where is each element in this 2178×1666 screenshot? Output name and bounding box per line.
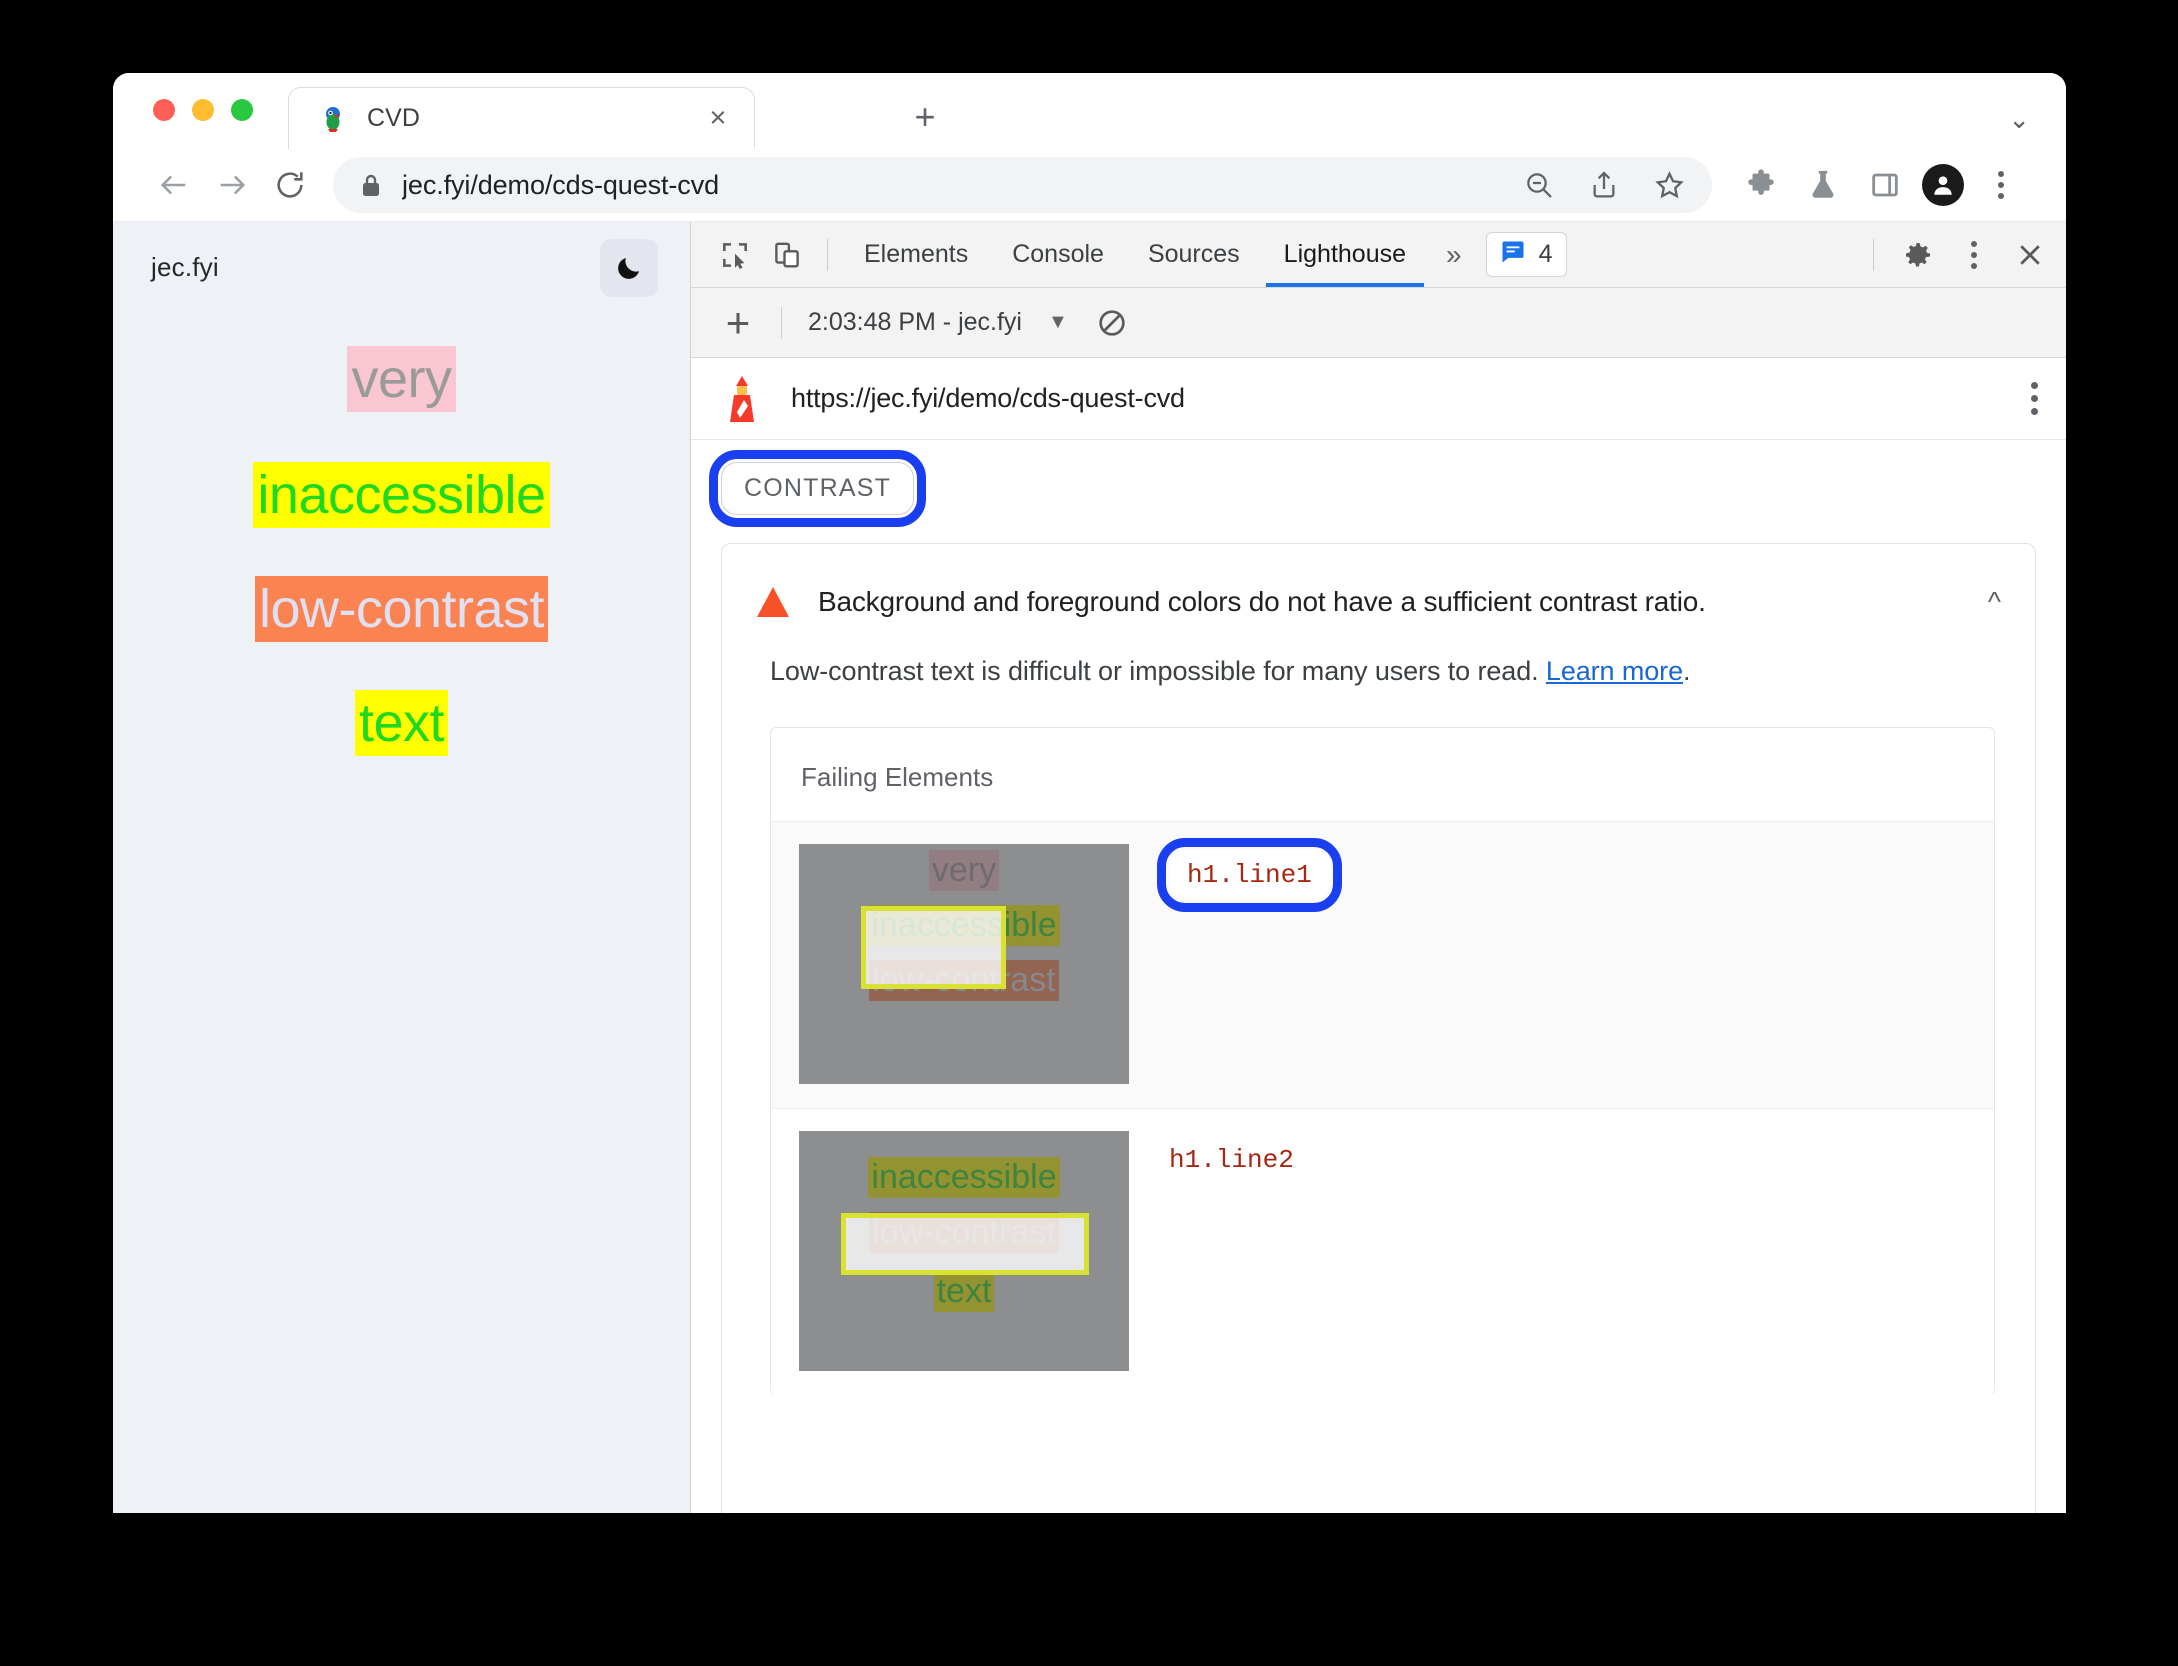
labs-flask-icon[interactable]	[1792, 156, 1854, 214]
close-tab-button[interactable]: ×	[702, 103, 734, 135]
chrome-menu-icon[interactable]	[1970, 156, 2032, 214]
share-icon[interactable]	[1588, 169, 1620, 201]
page-line-text: low-contrast	[254, 576, 549, 643]
report-url: https://jec.fyi/demo/cds-quest-cvd	[791, 383, 1185, 413]
tab-label: Sources	[1147, 240, 1240, 268]
tab-console[interactable]: Console	[990, 222, 1126, 287]
new-lighthouse-report-button[interactable]: +	[709, 301, 767, 344]
lighthouse-report: https://jec.fyi/demo/cds-quest-cvd CONTR…	[691, 358, 2066, 1513]
close-window-button[interactable]	[153, 99, 175, 121]
page-viewport: jec.fyi very inaccessible low-contrast t…	[113, 222, 691, 1513]
browser-tab[interactable]: CVD ×	[288, 87, 755, 149]
back-button[interactable]	[145, 156, 203, 214]
browser-action-buttons	[1730, 156, 2032, 214]
gear-icon[interactable]	[1892, 229, 1944, 281]
devtools-tab-bar: Elements Console Sources Lighthouse » 4	[691, 222, 2066, 288]
audit-description-period: .	[1683, 656, 1691, 686]
tab-label: Elements	[864, 240, 969, 268]
lock-icon	[359, 172, 383, 198]
failing-elements-table: Failing Elements very inaccessible low-c…	[770, 727, 1995, 1395]
zoom-out-icon[interactable]	[1523, 169, 1555, 201]
learn-more-link[interactable]: Learn more	[1546, 656, 1683, 686]
tab-lighthouse[interactable]: Lighthouse	[1262, 222, 1428, 287]
devtools-menu-icon[interactable]	[1948, 229, 2000, 281]
minimize-window-button[interactable]	[192, 99, 214, 121]
filter-chip-row: CONTRAST	[691, 440, 2066, 531]
page-line-text: text	[354, 690, 449, 757]
audit-description-text: Low-contrast text is difficult or imposs…	[770, 656, 1539, 686]
audit-title: Background and foreground colors do not …	[818, 586, 1706, 617]
tab-label: Lighthouse	[1283, 240, 1406, 268]
close-icon[interactable]	[2004, 229, 2056, 281]
message-count: 4	[1538, 240, 1553, 268]
selector-cell: h1.line2	[1129, 1109, 1994, 1175]
report-header: https://jec.fyi/demo/cds-quest-cvd	[691, 358, 2066, 440]
message-count-chip[interactable]: 4	[1485, 232, 1568, 277]
maximize-window-button[interactable]	[231, 99, 253, 121]
element-highlight-box	[841, 1213, 1089, 1275]
profile-avatar[interactable]	[1922, 164, 1964, 206]
audit-header[interactable]: Background and foreground colors do not …	[722, 544, 2035, 656]
divider	[827, 238, 828, 271]
tab-label: Console	[1012, 240, 1104, 268]
devtools-panel: Elements Console Sources Lighthouse » 4	[691, 222, 2066, 1513]
page-line-text: inaccessible	[253, 462, 550, 529]
report-menu-icon[interactable]	[2031, 382, 2038, 415]
dark-mode-moon-icon[interactable]	[600, 239, 658, 297]
bookmark-star-icon[interactable]	[1653, 169, 1686, 202]
reload-button[interactable]	[261, 156, 319, 214]
browser-window: CVD × + ⌄ jec.fyi/demo/cds-quest-cvd jec…	[113, 73, 2066, 1513]
page-site-name: jec.fyi	[151, 252, 219, 282]
audit-description: Low-contrast text is difficult or imposs…	[722, 656, 2035, 727]
table-row[interactable]: inaccessible low-contrast text h1.line2	[771, 1108, 1994, 1395]
tab-elements[interactable]: Elements	[842, 222, 990, 287]
extensions-puzzle-icon[interactable]	[1730, 156, 1792, 214]
filter-chip-contrast[interactable]: CONTRAST	[708, 450, 927, 527]
inspect-element-icon[interactable]	[709, 229, 761, 281]
element-screenshot-thumbnail[interactable]: inaccessible low-contrast text	[799, 1131, 1129, 1371]
address-bar-url: jec.fyi/demo/cds-quest-cvd	[402, 169, 720, 200]
more-tabs-icon[interactable]: »	[1428, 239, 1480, 271]
omnibox-actions	[1523, 169, 1694, 202]
navigation-toolbar: jec.fyi/demo/cds-quest-cvd	[113, 149, 2066, 221]
tab-strip: CVD × + ⌄	[113, 73, 2066, 149]
lighthouse-run-selector[interactable]: 2:03:48 PM - jec.fyi	[808, 308, 1022, 337]
failing-element-selector[interactable]: h1.line1	[1157, 838, 1342, 912]
page-line-4: text	[113, 690, 690, 757]
page-line-3: low-contrast	[113, 576, 690, 643]
forward-button[interactable]	[203, 156, 261, 214]
parrot-favicon	[319, 105, 347, 133]
divider	[781, 306, 782, 339]
device-toolbar-icon[interactable]	[761, 229, 813, 281]
selector-cell: h1.line1	[1129, 822, 1994, 912]
lighthouse-toolbar: + 2:03:48 PM - jec.fyi ▼	[691, 288, 2066, 358]
window-controls[interactable]	[153, 99, 253, 121]
page-line-1: very	[113, 346, 690, 413]
side-panel-icon[interactable]	[1854, 156, 1916, 214]
chevron-down-icon[interactable]: ⌄	[2008, 104, 2030, 135]
failing-elements-title: Failing Elements	[801, 762, 994, 792]
page-headings: very inaccessible low-contrast text	[113, 346, 690, 796]
warning-triangle-icon	[756, 586, 790, 618]
window-body: jec.fyi very inaccessible low-contrast t…	[113, 221, 2066, 1513]
message-bubble-icon	[1499, 238, 1527, 271]
failing-element-selector[interactable]: h1.line2	[1129, 1109, 1294, 1175]
divider	[1873, 238, 1874, 271]
element-highlight-box	[861, 906, 1006, 989]
audit-card: Background and foreground colors do not …	[721, 543, 2036, 1513]
tab-title: CVD	[367, 104, 421, 132]
element-screenshot-thumbnail[interactable]: very inaccessible low-contrast	[799, 844, 1129, 1084]
page-line-2: inaccessible	[113, 462, 690, 529]
address-bar[interactable]: jec.fyi/demo/cds-quest-cvd	[333, 157, 1712, 213]
lighthouse-icon	[721, 374, 763, 424]
new-tab-button[interactable]: +	[903, 95, 947, 139]
chevron-up-icon[interactable]: ^	[1988, 586, 2001, 618]
page-line-text: very	[347, 346, 456, 413]
table-row[interactable]: very inaccessible low-contrast h1.line1	[771, 821, 1994, 1108]
tab-sources[interactable]: Sources	[1126, 222, 1262, 287]
devtools-right-actions	[1859, 229, 2056, 281]
clear-no-entry-icon[interactable]	[1096, 307, 1128, 339]
chevron-down-icon[interactable]: ▼	[1048, 311, 1068, 334]
